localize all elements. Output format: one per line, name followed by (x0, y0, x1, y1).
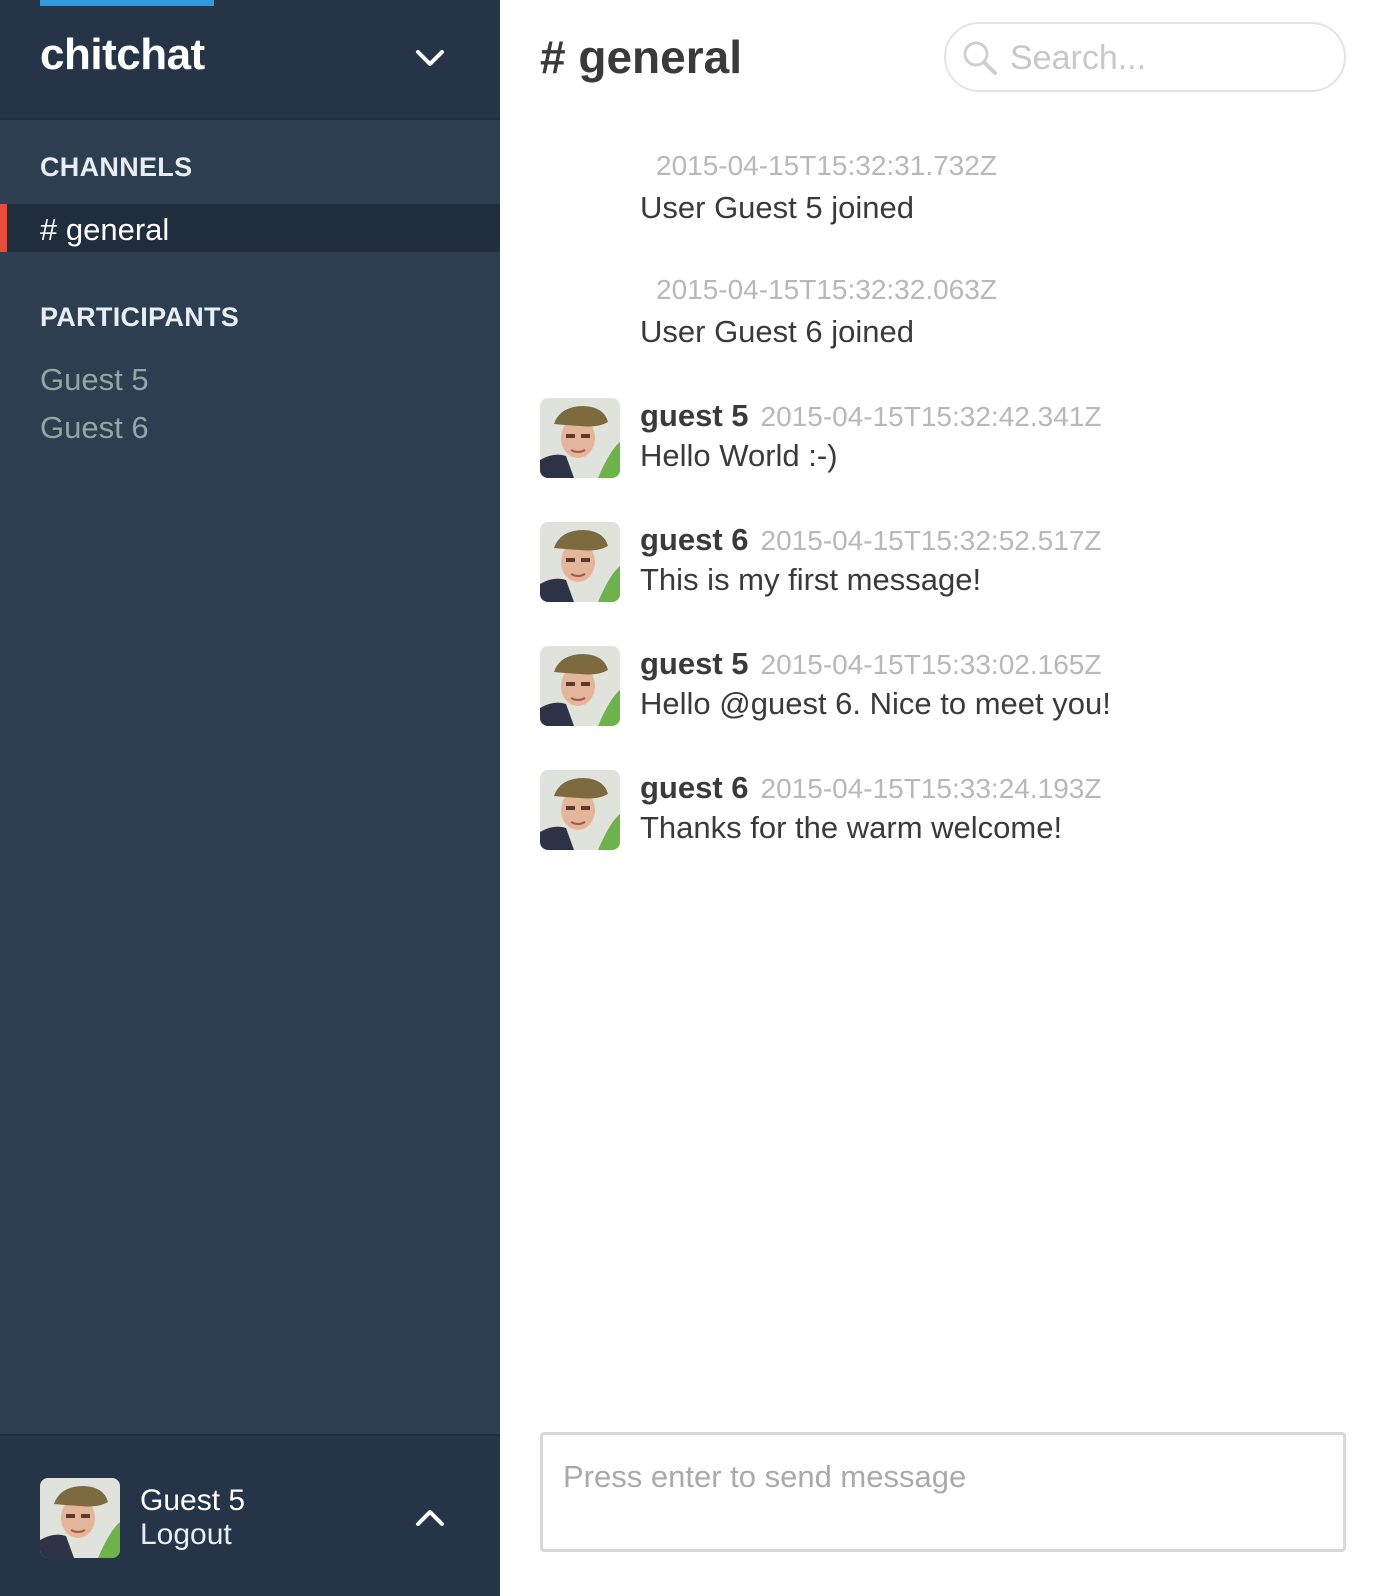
team-header: chitchat (0, 0, 500, 120)
message-author[interactable]: guest 6 (640, 770, 749, 805)
channels-heading: CHANNELS (40, 152, 193, 182)
search-input[interactable] (1010, 36, 1330, 80)
message-timestamp: 2015-04-15T15:33:02.165Z (760, 649, 1102, 680)
system-message: 2015-04-15T15:32:32.063Z User Guest 6 jo… (540, 274, 1360, 398)
participant-guest-5[interactable]: Guest 5 (40, 362, 149, 398)
message-author[interactable]: guest 6 (640, 522, 749, 557)
message-timestamp: 2015-04-15T15:33:24.193Z (760, 773, 1102, 804)
page-title: # general (540, 31, 742, 83)
logout-link[interactable]: Logout (140, 1518, 232, 1552)
message-author[interactable]: guest 5 (640, 398, 749, 433)
message-text: Hello @guest 6. Nice to meet you! (640, 686, 1111, 721)
team-accent-bar (40, 0, 214, 6)
avatar[interactable] (540, 770, 620, 850)
chevron-up-icon[interactable] (410, 1500, 450, 1536)
message-timestamp: 2015-04-15T15:32:52.517Z (760, 525, 1102, 556)
search-icon (960, 38, 1000, 78)
message-text: User Guest 6 joined (640, 314, 914, 349)
sidebar-item-general[interactable]: # general (0, 204, 500, 252)
message-header: guest 6 2015-04-15T15:32:52.517Z (640, 522, 1101, 558)
message-text: User Guest 5 joined (640, 190, 914, 225)
participant-guest-6[interactable]: Guest 6 (40, 410, 149, 446)
user-message: guest 5 2015-04-15T15:32:42.341Z Hello Wo… (540, 398, 1360, 522)
message-header: guest 5 2015-04-15T15:33:02.165Z (640, 646, 1101, 682)
avatar[interactable] (540, 522, 620, 602)
sidebar: chitchat CHANNELS # general PARTICIPANTS… (0, 0, 500, 1596)
system-message: 2015-04-15T15:32:31.732Z User Guest 5 jo… (540, 150, 1360, 274)
user-footer: Guest 5 Logout (0, 1434, 500, 1596)
user-message: guest 6 2015-04-15T15:32:52.517Z This is … (540, 522, 1360, 646)
current-user-name: Guest 5 (140, 1484, 246, 1517)
message-header: 2015-04-15T15:32:32.063Z (640, 274, 997, 306)
message-timestamp: 2015-04-15T15:32:32.063Z (656, 274, 997, 305)
participants-heading: PARTICIPANTS (40, 302, 240, 332)
message-timestamp: 2015-04-15T15:32:31.732Z (656, 150, 997, 181)
message-timestamp: 2015-04-15T15:32:42.341Z (760, 401, 1102, 432)
user-message: guest 6 2015-04-15T15:33:24.193Z Thanks f… (540, 770, 1360, 894)
main-panel: # general 2015-04-15T15:32:31.732Z User … (500, 0, 1384, 1596)
message-header: guest 5 2015-04-15T15:32:42.341Z (640, 398, 1101, 434)
message-input[interactable] (563, 1455, 1323, 1499)
team-name: chitchat (40, 30, 205, 79)
active-channel-marker (0, 204, 7, 252)
avatar[interactable] (540, 398, 620, 478)
message-text: Hello World :-) (640, 438, 838, 473)
avatar[interactable] (540, 646, 620, 726)
channel-label: # general (40, 212, 170, 247)
message-header: guest 6 2015-04-15T15:33:24.193Z (640, 770, 1101, 806)
message-header: 2015-04-15T15:32:31.732Z (640, 150, 997, 182)
message-list: 2015-04-15T15:32:31.732Z User Guest 5 jo… (540, 150, 1360, 894)
chevron-down-icon[interactable] (410, 40, 450, 76)
user-message: guest 5 2015-04-15T15:33:02.165Z Hello @g… (540, 646, 1360, 770)
message-text: This is my first message! (640, 562, 982, 597)
message-text: Thanks for the warm welcome! (640, 810, 1063, 845)
message-author[interactable]: guest 5 (640, 646, 749, 681)
search-box[interactable] (944, 22, 1346, 92)
message-composer[interactable] (540, 1432, 1346, 1552)
avatar (40, 1478, 120, 1558)
